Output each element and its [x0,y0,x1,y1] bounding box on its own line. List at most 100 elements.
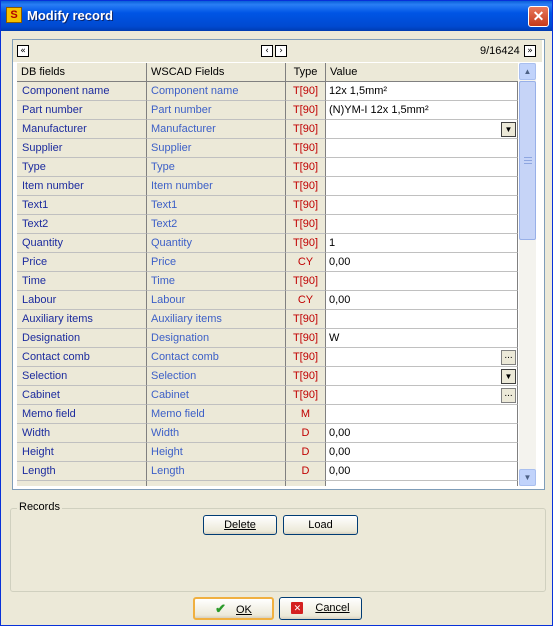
grid-header: DB fields WSCAD Fields Type Value [17,63,518,82]
close-button[interactable]: ✕ [528,6,549,27]
scroll-thumb[interactable] [519,81,536,240]
table-row: Price Price CY 0,00 [17,253,518,272]
field-value-input[interactable] [326,405,518,424]
db-field-name: Price [17,253,147,272]
table-row: Auxiliary items Auxiliary items T[90] [17,310,518,329]
db-field-name: Type [17,158,147,177]
ellipsis-button[interactable]: ... [501,388,516,403]
column-header-type[interactable]: Type [286,63,326,81]
wscad-field-name: Memo field [147,405,286,424]
field-value-text: (N)YM-I 12x 1,5mm² [329,104,429,116]
wscad-field-name: Designation [147,329,286,348]
cancel-button-label: Cancel [315,602,350,614]
wscad-field-name: Quantity [147,234,286,253]
field-type [286,481,326,486]
next-record-icon[interactable]: › [275,45,287,57]
field-value-input[interactable]: 12x 1,5mm² [326,82,518,101]
table-row: Supplier Supplier T[90] [17,139,518,158]
field-value-input[interactable] [326,158,518,177]
field-value-input[interactable]: 0,00 [326,462,518,481]
wscad-field-name: Auxiliary items [147,310,286,329]
field-value-input[interactable]: ▼ [326,367,518,386]
table-row: Item number Item number T[90] [17,177,518,196]
ok-button[interactable]: ✔ OK [193,597,274,620]
field-value-input[interactable]: 0,00 [326,253,518,272]
db-field-name: Component name [17,82,147,101]
field-value-input[interactable]: 0,00 [326,443,518,462]
field-value-input[interactable] [326,272,518,291]
record-navigator: « ‹ › 9/16424 » [13,40,542,62]
field-type: D [286,462,326,481]
wscad-field-name: Height [147,443,286,462]
field-value-input[interactable]: 0,00 [326,291,518,310]
dropdown-arrow-icon[interactable]: ▼ [501,122,516,137]
table-row: Part number Part number T[90] (N)YM-I 12x 1… [17,101,518,120]
db-field-name: Item number [17,177,147,196]
field-value-input[interactable]: ▼ [326,120,518,139]
field-value-input[interactable]: W [326,329,518,348]
wscad-field-name: Text2 [147,215,286,234]
wscad-field-name: Labour [147,291,286,310]
field-type: T[90] [286,215,326,234]
field-type: T[90] [286,348,326,367]
wscad-field-name: Contact comb [147,348,286,367]
field-value-input[interactable]: 0,00 [326,424,518,443]
table-row: Quantity Quantity T[90] 1 [17,234,518,253]
dropdown-arrow-icon[interactable]: ▼ [501,369,516,384]
wscad-field-name: Manufacturer [147,120,286,139]
title-bar[interactable]: S Modify record ✕ [1,1,552,31]
last-record-icon[interactable]: » [524,45,536,57]
table-row: Cabinet Cabinet T[90]... [17,386,518,405]
db-field-name: Manufacturer [17,120,147,139]
column-header-value[interactable]: Value [326,63,518,81]
wscad-field-name: Type [147,158,286,177]
load-button-label: Load [308,519,333,531]
db-field-name: Selection [17,367,147,386]
field-value-text: 0,00 [329,294,351,306]
cancel-button[interactable]: ✕ Cancel [279,597,362,620]
field-value-text: 1 [329,237,336,249]
field-type: T[90] [286,139,326,158]
wscad-field-name: Component name [147,82,286,101]
wscad-field-name [147,481,286,486]
column-header-db-fields[interactable]: DB fields [17,63,147,81]
field-value-input[interactable]: ... [326,348,518,367]
field-type: CY [286,291,326,310]
field-value-text: 0,00 [329,465,351,477]
db-field-name [17,481,147,486]
field-type: D [286,443,326,462]
grid-vertical-scrollbar[interactable]: ▲ ▼ [519,63,536,486]
field-value-input[interactable] [326,481,518,486]
field-value-input[interactable] [326,177,518,196]
ellipsis-button[interactable]: ... [501,350,516,365]
previous-record-icon[interactable]: ‹ [261,45,273,57]
wscad-app-icon: S [6,7,22,23]
scroll-down-icon[interactable]: ▼ [519,469,536,486]
record-counter: 9/16424 [480,45,520,57]
delete-button-label: Delete [224,519,256,531]
column-header-wscad-fields[interactable]: WSCAD Fields [147,63,286,81]
first-record-icon[interactable]: « [17,45,29,57]
field-value-input[interactable] [326,215,518,234]
field-value-input[interactable] [326,310,518,329]
field-type: T[90] [286,196,326,215]
table-row: Designation Designation T[90] W [17,329,518,348]
db-field-name: Quantity [17,234,147,253]
wscad-field-name: Text1 [147,196,286,215]
field-value-input[interactable]: 1 [326,234,518,253]
field-value-input[interactable]: (N)YM-I 12x 1,5mm² [326,101,518,120]
field-value-input[interactable] [326,139,518,158]
window-title: Modify record [27,8,113,23]
field-value-input[interactable]: ... [326,386,518,405]
delete-button[interactable]: Delete [203,515,277,535]
table-row: Time Time T[90] [17,272,518,291]
field-type: T[90] [286,120,326,139]
field-type: T[90] [286,177,326,196]
wscad-field-name: Cabinet [147,386,286,405]
db-field-name: Labour [17,291,147,310]
scroll-up-icon[interactable]: ▲ [519,63,536,80]
load-button[interactable]: Load [283,515,358,535]
field-value-input[interactable] [326,196,518,215]
table-row: Labour Labour CY 0,00 [17,291,518,310]
ok-check-icon: ✔ [215,601,226,616]
